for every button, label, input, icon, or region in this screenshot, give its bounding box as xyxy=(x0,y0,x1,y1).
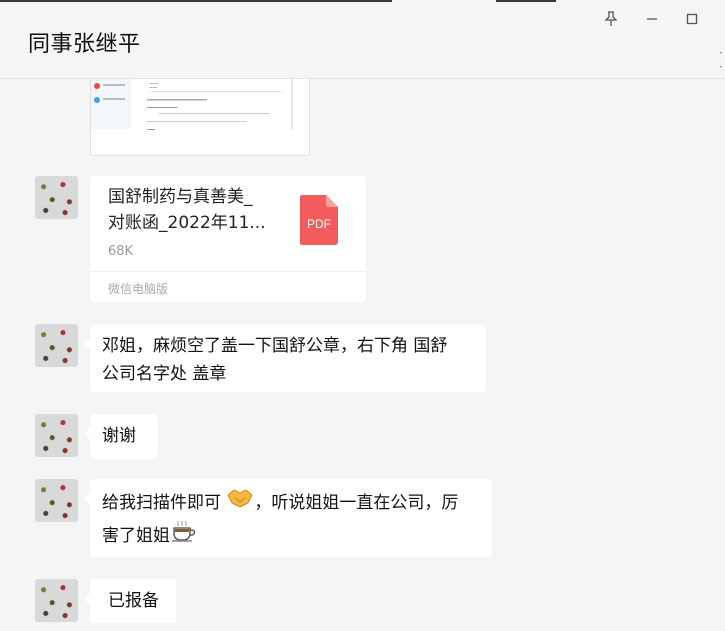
coffee-emoji xyxy=(170,519,196,553)
text-message[interactable]: 给我扫描件即可 ，听说姐姐一直在公司，厉 害了姐姐 xyxy=(84,479,492,557)
file-message[interactable]: 国舒制药与真善美_ 对账函_2022年11... 68K PDF 微信电脑版 xyxy=(90,176,366,302)
maximize-icon[interactable] xyxy=(681,8,703,30)
image-message[interactable] xyxy=(90,79,310,156)
pdf-label: PDF xyxy=(307,217,331,231)
handshake-emoji xyxy=(226,487,254,519)
message-text: 公司名字处 盖章 xyxy=(102,364,227,384)
more-indicator: · · xyxy=(719,46,723,74)
minimize-icon[interactable] xyxy=(641,8,663,30)
file-size: 68K xyxy=(108,244,134,259)
avatar[interactable] xyxy=(35,176,78,219)
avatar[interactable] xyxy=(35,324,78,367)
avatar[interactable] xyxy=(35,414,78,457)
text-message[interactable]: 邓姐，麻烦空了盖一下国舒公章，右下角 国舒 公司名字处 盖章 xyxy=(84,324,486,392)
pin-icon[interactable] xyxy=(600,8,622,30)
message-text: 谢谢 xyxy=(102,426,136,446)
pdf-icon: PDF xyxy=(300,195,338,249)
screenshot-thumbnail xyxy=(91,79,293,130)
message-text: 已报备 xyxy=(108,591,159,611)
text-message[interactable]: 谢谢 xyxy=(84,414,158,459)
file-source: 微信电脑版 xyxy=(90,271,366,303)
text-message[interactable]: 已报备 xyxy=(84,579,176,623)
chat-area[interactable]: 国舒制药与真善美_ 对账函_2022年11... 68K PDF 微信电脑版 邓… xyxy=(0,79,725,631)
message-text: 害了姐姐 xyxy=(102,519,480,553)
message-text: 邓姐，麻烦空了盖一下国舒公章，右下角 国舒 xyxy=(102,336,448,356)
avatar[interactable] xyxy=(35,479,78,522)
message-text: 给我扫描件即可 ，听说姐姐一直在公司，厉 xyxy=(102,487,480,519)
chat-header: 同事张继平 · · xyxy=(0,2,725,79)
avatar[interactable] xyxy=(35,579,78,622)
file-name: 国舒制药与真善美_ 对账函_2022年11... xyxy=(108,187,266,233)
chat-title: 同事张继平 xyxy=(28,32,141,57)
